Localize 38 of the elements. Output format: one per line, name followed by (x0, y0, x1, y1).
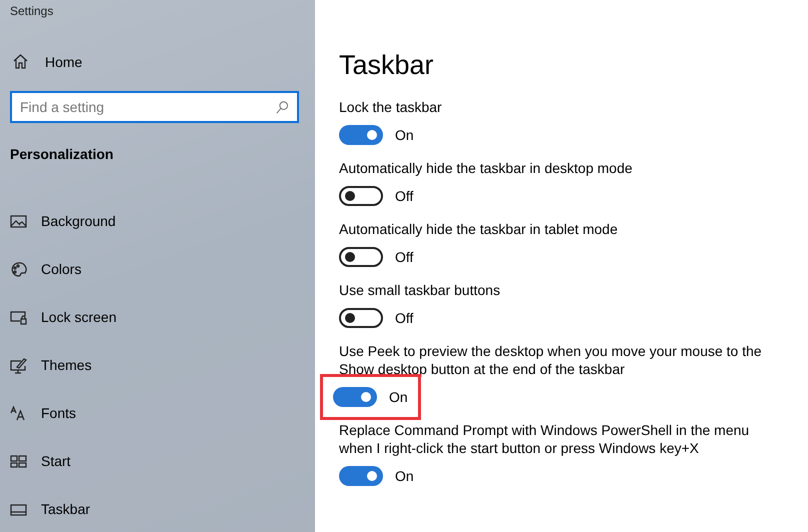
setting-label: Use small taskbar buttons (339, 281, 502, 299)
search-field[interactable]: Find a setting (10, 91, 299, 123)
window-title: Settings (10, 3, 54, 18)
tiles-icon (10, 452, 27, 470)
nav-item[interactable]: Taskbar (41, 501, 90, 517)
toggle-state: On (395, 468, 414, 484)
setting-label: Automatically hide the taskbar in desktop mode (339, 159, 634, 177)
setting-label: Lock the taskbar (339, 98, 443, 116)
toggle-switch[interactable] (339, 247, 383, 267)
setting-label: Use Peek to preview the desktop when you move your mouse to the Show desktop button at the end of the taskbar (339, 342, 763, 378)
nav-item[interactable]: Lock screen (41, 309, 116, 325)
nav-item[interactable]: Fonts (41, 405, 76, 421)
nav-item[interactable]: Themes (41, 357, 92, 373)
toggle-switch[interactable] (339, 308, 383, 328)
toggle-state: Off (395, 249, 414, 265)
setting-label: Automatically hide the taskbar in tablet mode (339, 220, 619, 238)
fonts-icon (10, 404, 27, 422)
toggle-switch[interactable] (339, 125, 383, 145)
home-link[interactable]: Home (45, 54, 82, 70)
toggle-state: On (389, 389, 408, 405)
page-title: Taskbar (339, 50, 435, 82)
toggle-switch[interactable] (339, 466, 383, 486)
lock-screen-icon (10, 308, 27, 326)
home-icon (12, 53, 29, 70)
monitor-brush-icon (10, 356, 27, 374)
toggle-state: Off (395, 188, 414, 204)
section-heading: Personalization (10, 146, 114, 162)
nav-item[interactable]: Start (41, 453, 71, 469)
setting-label: Replace Command Prompt with Windows PowerShell in the menu when I right-click the start button or press Windows key+X (339, 421, 750, 457)
toggle-switch[interactable] (333, 387, 377, 407)
toggle-switch[interactable] (339, 186, 383, 206)
nav-item[interactable]: Colors (41, 261, 82, 277)
search-icon (276, 101, 289, 114)
palette-icon (10, 260, 27, 278)
toggle-state: On (395, 127, 414, 143)
toggle-state: Off (395, 310, 414, 326)
picture-icon (10, 212, 27, 230)
nav-item[interactable]: Background (41, 213, 116, 229)
